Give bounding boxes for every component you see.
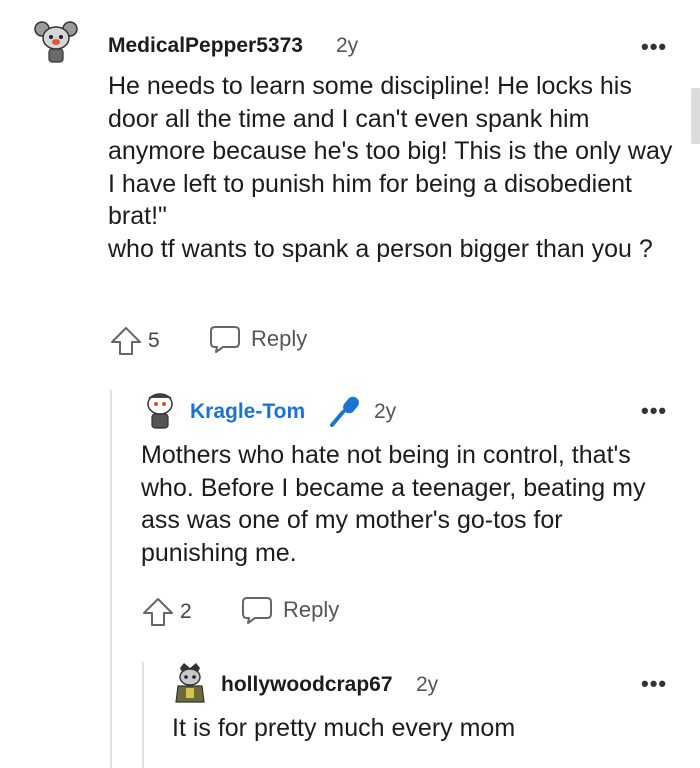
avatar[interactable] [141,390,179,430]
username[interactable]: Kragle-Tom [190,400,305,424]
more-options-icon[interactable]: ••• [641,673,667,695]
thread-line[interactable] [142,662,144,768]
username[interactable]: hollywoodcrap67 [221,673,393,697]
vote-controls: 5 [110,326,160,356]
reply-button[interactable]: Reply [241,595,339,625]
timestamp: 2y [336,34,359,57]
upvote-icon[interactable] [142,597,174,627]
microphone-icon [330,396,359,427]
upvote-icon[interactable] [110,326,142,356]
reply-icon [210,326,240,353]
more-options-icon[interactable]: ••• [641,400,667,422]
more-options-icon[interactable]: ••• [641,36,667,58]
vote-controls: 2 [142,597,192,627]
vote-count: 5 [148,329,160,352]
avatar[interactable] [172,662,208,704]
username[interactable]: MedicalPepper5373 [108,34,303,58]
comment-body: Mothers who hate not being in control, t… [141,441,653,567]
avatar[interactable] [34,20,78,64]
scrollbar[interactable] [691,88,700,144]
vote-count: 2 [180,600,192,623]
reply-button[interactable]: Reply [209,324,307,354]
reply-label: Reply [283,597,340,622]
comment-body: It is for pretty much every mom [172,714,516,742]
reply-label: Reply [251,326,308,351]
comment-body: He needs to learn some discipline! He lo… [108,72,673,263]
thread-line[interactable] [110,390,112,768]
timestamp: 2y [374,400,397,423]
timestamp: 2y [416,673,439,696]
reply-icon [242,597,272,624]
